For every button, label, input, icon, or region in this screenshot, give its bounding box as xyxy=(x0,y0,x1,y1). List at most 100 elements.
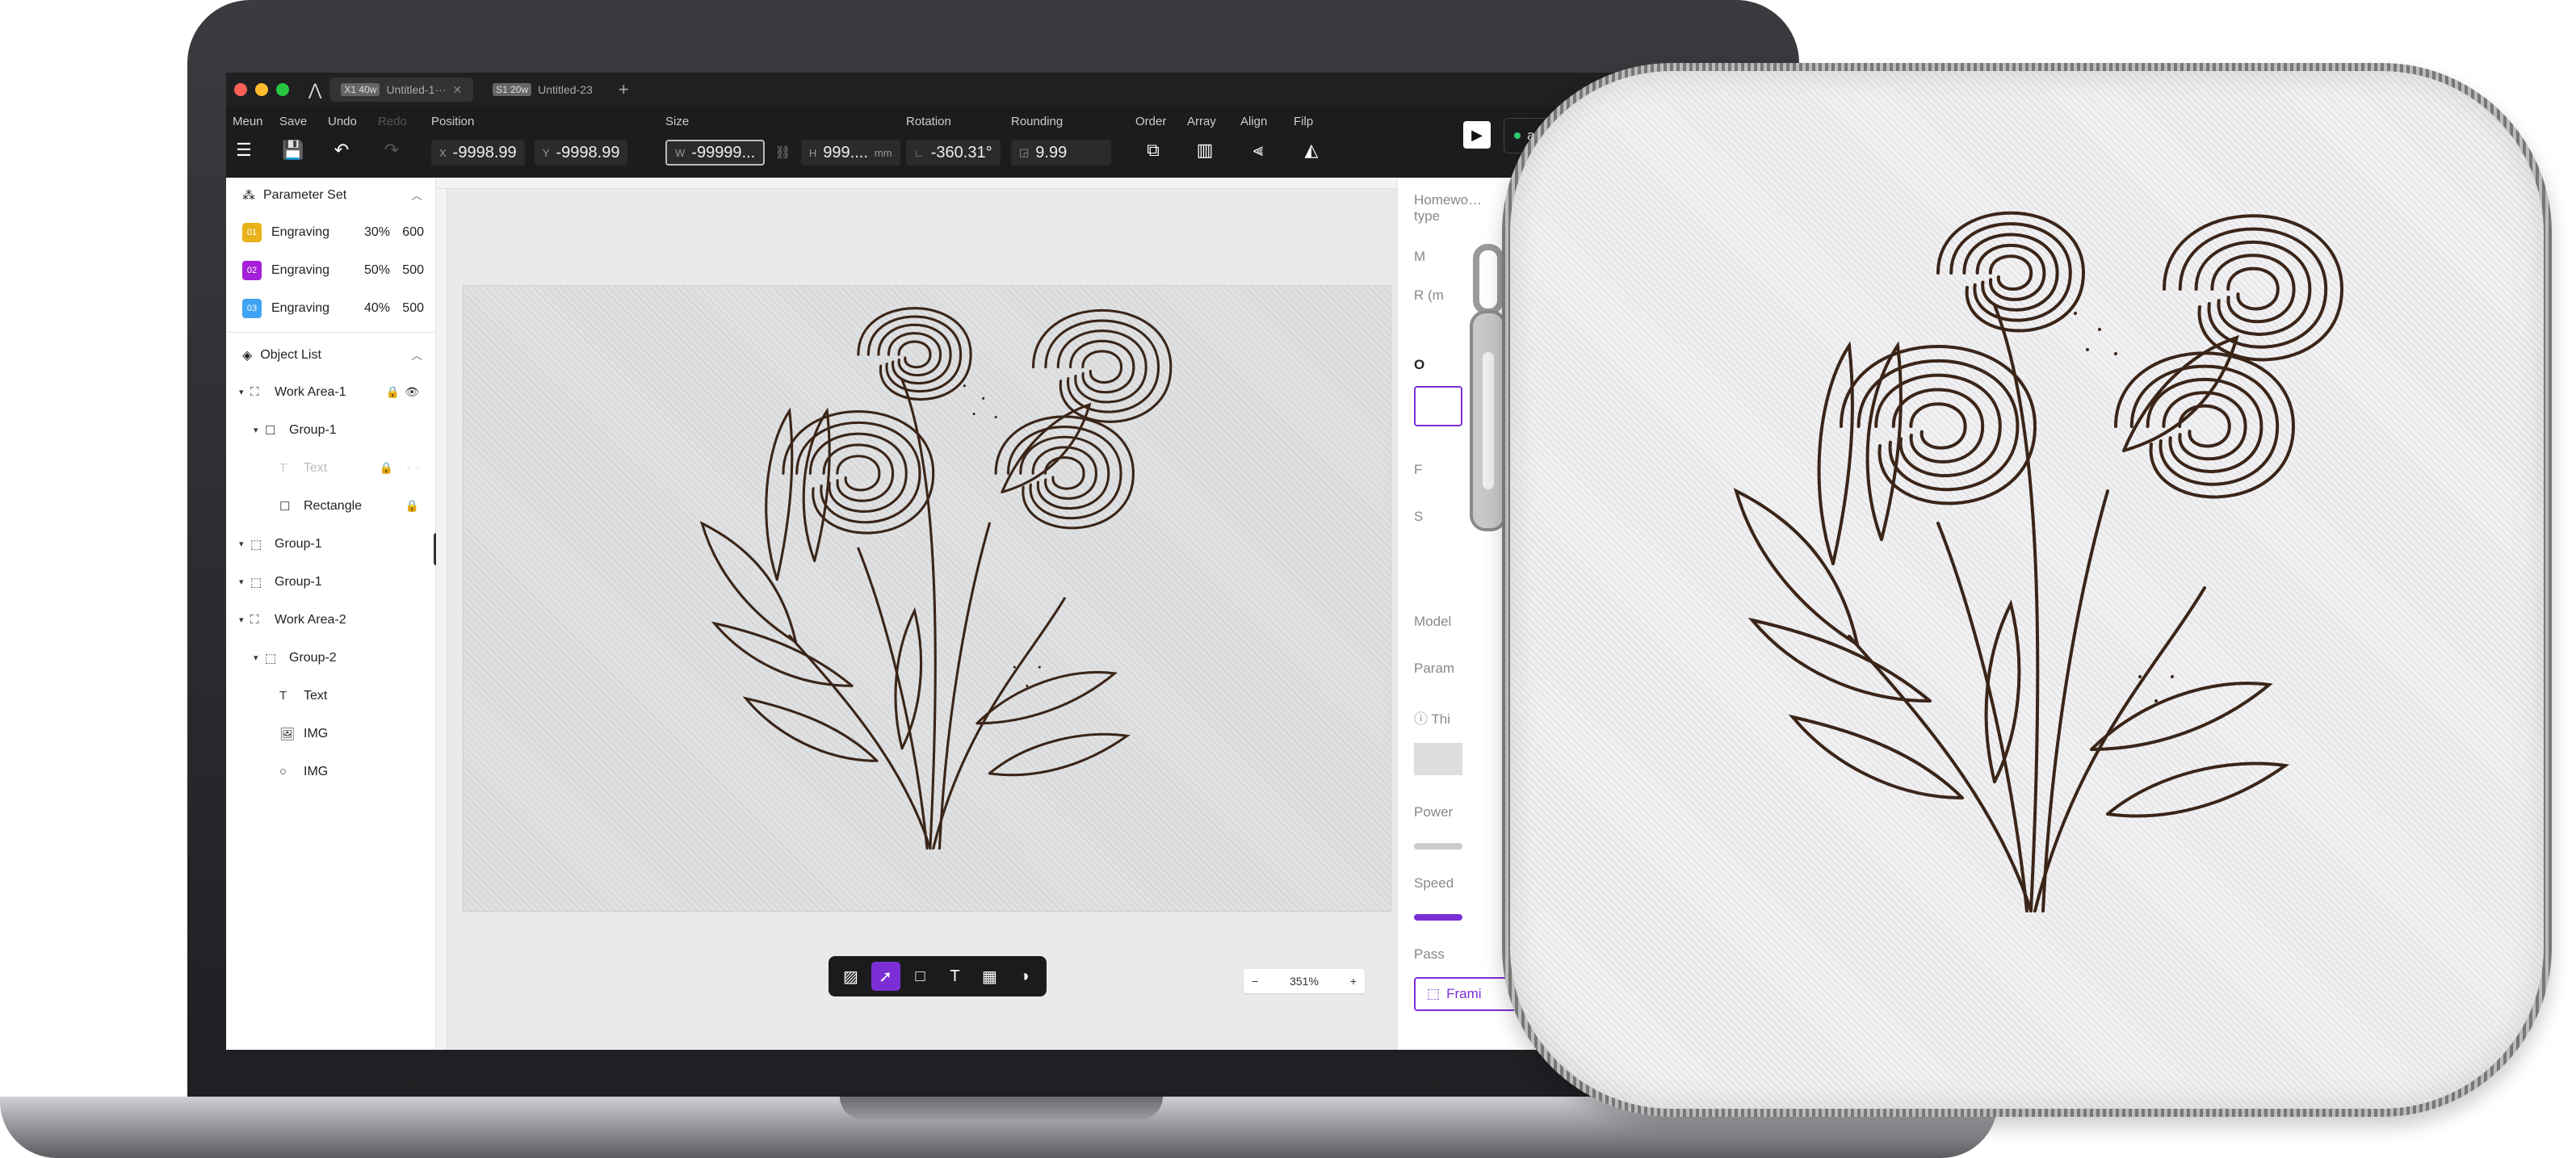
zoom-control: − 351% + xyxy=(1244,969,1365,993)
flip-group: Filp ◭ xyxy=(1294,115,1329,161)
power-slider[interactable] xyxy=(1414,843,1462,850)
visibility-lock-icons[interactable]: 🔒··· xyxy=(380,461,424,475)
select-tool-icon[interactable]: ➚ xyxy=(871,962,900,991)
object-list-item[interactable]: ▾ ☐ Group-1 xyxy=(226,411,435,449)
peony-bloom xyxy=(1032,309,1173,423)
redo-icon[interactable]: ↷ xyxy=(378,140,405,161)
add-tab-button[interactable]: + xyxy=(619,79,629,100)
maximize-window-button[interactable] xyxy=(276,83,289,96)
app-logo-icon: ⋀ xyxy=(308,81,322,99)
parameter-row[interactable]: 01 Engraving 30% 600 xyxy=(226,213,435,251)
rectangle-tool-icon[interactable]: □ xyxy=(906,962,935,991)
chevron-up-icon[interactable]: ︿ xyxy=(411,187,422,203)
leaf xyxy=(742,696,879,762)
parameter-chip: 01 xyxy=(242,222,262,242)
chevron-up-icon[interactable]: ︿ xyxy=(411,347,422,363)
expand-triangle-icon[interactable]: ▾ xyxy=(239,577,250,587)
shapes-tool-icon[interactable]: ◑ xyxy=(1010,962,1039,991)
tab-untitled-1[interactable]: X1 40w Untitled-1··· ✕ xyxy=(329,78,474,102)
expand-triangle-icon[interactable]: ▾ xyxy=(254,425,265,435)
object-list-item[interactable]: 🖼 IMG xyxy=(226,715,435,753)
array-icon[interactable]: ▥ xyxy=(1187,140,1223,161)
parameter-chip: 03 xyxy=(242,298,262,318)
elements-tool-icon[interactable]: ▦ xyxy=(975,962,1005,991)
rose-bud xyxy=(1936,211,2086,333)
corner-icon: ◲ xyxy=(1019,146,1030,158)
minimize-window-button[interactable] xyxy=(255,83,268,96)
y-value: -9998.99 xyxy=(556,143,620,162)
undo-icon[interactable]: ↶ xyxy=(328,140,355,161)
rose-bouquet-engraving xyxy=(1733,211,2344,913)
size-group: Size W -99999... ⛓ H 999.... mm xyxy=(665,115,907,166)
stem xyxy=(1936,522,2028,913)
align-left-icon[interactable]: ⫷ xyxy=(1240,140,1276,161)
stem xyxy=(857,547,929,850)
design-canvas[interactable]: ▨ ➚ □ T ▦ ◑ − 351% + xyxy=(436,178,1397,1050)
zoom-in-button[interactable]: + xyxy=(1350,975,1357,988)
rounding-value: 9.99 xyxy=(1035,143,1068,162)
parameter-speed: 500 xyxy=(402,262,424,277)
parameter-row[interactable]: 03 Engraving 40% 500 xyxy=(226,289,435,327)
object-list-item[interactable]: ▾ ⬚ Group-1 xyxy=(226,563,435,601)
save-icon[interactable]: 💾 xyxy=(279,140,307,161)
x-position-field[interactable]: X -9998.99 xyxy=(431,140,525,166)
parameter-row[interactable]: 02 Engraving 50% 500 xyxy=(226,251,435,289)
artboard[interactable] xyxy=(464,286,1391,911)
object-list-item[interactable]: ▾ ⛶ Work Area-1 🔒👁 xyxy=(226,373,435,411)
object-list-item[interactable]: ○ IMG xyxy=(226,753,435,791)
close-tab-icon[interactable]: ✕ xyxy=(452,83,462,97)
expand-triangle-icon[interactable]: ▾ xyxy=(239,615,250,625)
zoom-level[interactable]: 351% xyxy=(1290,975,1319,988)
position-label: Position xyxy=(431,115,475,128)
f-label: F xyxy=(1414,462,1423,477)
leaf xyxy=(802,407,831,563)
object-list-item[interactable]: T Text 🔒··· xyxy=(226,449,435,487)
object-list: ▾ ⛶ Work Area-1 🔒👁 ▾ ☐ Group-1 T Text 🔒··… xyxy=(226,373,435,791)
position-group: Position X -9998.99 Y -9998.99 xyxy=(431,115,634,166)
expand-triangle-icon[interactable]: ▾ xyxy=(239,387,250,397)
height-field[interactable]: H 999.... mm xyxy=(800,140,900,166)
expand-triangle-icon[interactable]: ▾ xyxy=(254,652,265,663)
parameter-set-header[interactable]: ⁂ Parameter Set ︿ xyxy=(226,178,435,213)
object-list-item[interactable]: ▾ ⬚ Group-1 xyxy=(226,525,435,563)
object-list-item[interactable]: ☐ Rectangle 🔒 xyxy=(226,487,435,525)
laptop-notch xyxy=(840,1097,1163,1119)
rose-bouquet-artwork[interactable] xyxy=(464,286,1391,911)
flip-icon[interactable]: ◭ xyxy=(1294,140,1329,161)
text-icon: T xyxy=(279,689,287,703)
rotation-group: Rotation ∟ -360.31° xyxy=(906,115,1007,166)
rotation-field[interactable]: ∟ -360.31° xyxy=(906,140,1001,166)
zoom-out-button[interactable]: − xyxy=(1252,975,1258,988)
workarea-icon: ⛶ xyxy=(250,613,259,627)
speed-slider[interactable] xyxy=(1414,914,1462,921)
object-list-item[interactable]: ▾ ⛶ Work Area-2 xyxy=(226,601,435,639)
divider xyxy=(226,332,435,333)
hamburger-icon[interactable]: ☰ xyxy=(233,140,255,161)
object-list-item[interactable]: T Text xyxy=(226,677,435,715)
y-position-field[interactable]: Y -9998.99 xyxy=(534,140,628,166)
close-window-button[interactable] xyxy=(234,83,247,96)
play-icon[interactable]: ▶ xyxy=(1463,121,1491,149)
o-label: O xyxy=(1414,357,1425,372)
object-list-header[interactable]: ◈ Object List ︿ xyxy=(226,338,435,373)
lock-ratio-icon[interactable]: ⛓ xyxy=(774,146,791,160)
width-field[interactable]: W -99999... xyxy=(665,140,766,166)
tab-untitled-23[interactable]: S1 20w Untitled-23 xyxy=(481,78,604,102)
s-label: S xyxy=(1414,509,1424,524)
redo-label: Redo xyxy=(378,115,407,128)
text-tool-icon[interactable]: T xyxy=(941,962,970,991)
rounding-field[interactable]: ◲ 9.99 xyxy=(1011,140,1111,166)
layers-icon[interactable]: ⧉ xyxy=(1135,140,1171,161)
parameter-power: 30% xyxy=(363,224,390,239)
visibility-lock-icons[interactable]: 🔒👁 xyxy=(386,385,424,399)
info-icon: ⓘ xyxy=(1414,711,1432,727)
group-icon: ⬚ xyxy=(265,651,277,665)
image-tool-icon[interactable]: ▨ xyxy=(837,962,866,991)
parameter-list: 01 Engraving 30% 600 02 Engraving 50% 500… xyxy=(226,213,435,327)
redo-group: Redo ↷ xyxy=(378,115,407,161)
object-list-item[interactable]: ▾ ⬚ Group-2 xyxy=(226,639,435,677)
object-label: Group-1 xyxy=(275,536,322,551)
expand-triangle-icon[interactable]: ▾ xyxy=(239,539,250,549)
selected-option-box[interactable] xyxy=(1414,386,1462,426)
visibility-lock-icons[interactable]: 🔒 xyxy=(405,499,424,513)
